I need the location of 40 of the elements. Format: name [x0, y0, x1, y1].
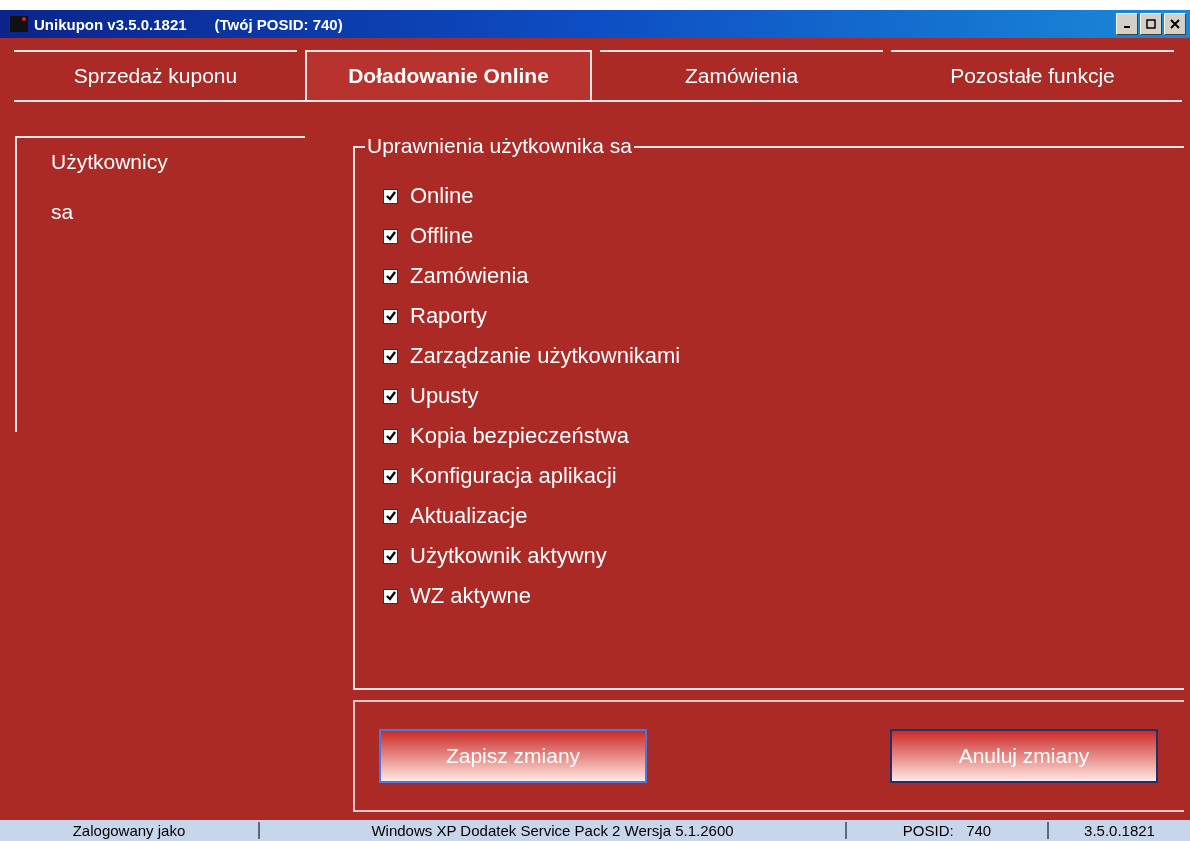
- checkbox[interactable]: [383, 548, 398, 564]
- checkbox[interactable]: [383, 508, 398, 524]
- app-logo-icon: [10, 16, 28, 32]
- checkbox[interactable]: [383, 588, 398, 604]
- checkbox-label: Zarządzanie użytkownikami: [410, 343, 681, 369]
- checkbox-label: Kopia bezpieczeństwa: [410, 423, 629, 449]
- checkbox[interactable]: [383, 348, 398, 364]
- checkbox-label: Użytkownik aktywny: [410, 543, 607, 569]
- minimize-button[interactable]: [1116, 13, 1138, 35]
- user-list-item[interactable]: sa: [51, 200, 74, 224]
- tab[interactable]: Doładowanie Online: [305, 50, 592, 100]
- checkbox[interactable]: [383, 268, 398, 284]
- tab[interactable]: Pozostałe funkcje: [891, 50, 1174, 100]
- status-text: Windows XP Dodatek Service Pack 2 Wersja 5.1.2600: [260, 822, 847, 839]
- status-text: Zalogowany jako: [0, 822, 260, 839]
- status-text: 3.5.0.1821: [1083, 822, 1156, 839]
- checkbox[interactable]: [383, 228, 398, 244]
- tab[interactable]: Zamówienia: [600, 50, 883, 100]
- checkbox[interactable]: [383, 388, 398, 404]
- close-button[interactable]: [1164, 13, 1186, 35]
- checkbox-label: Zamówienia: [410, 263, 529, 289]
- checkbox-label: Aktualizacje: [410, 503, 528, 529]
- close-icon: [1170, 19, 1180, 29]
- checkbox[interactable]: [383, 428, 398, 444]
- status-text: POSID: 740: [847, 822, 1049, 839]
- window-title: Unikupon v3.5.0.1821: [34, 15, 187, 33]
- checkbox-label: Online: [410, 183, 474, 209]
- maximize-icon: [1146, 19, 1156, 29]
- checkbox-label: Raporty: [410, 303, 488, 329]
- tab[interactable]: Sprzedaż kuponu: [14, 50, 297, 100]
- checkbox-label: Upusty: [410, 383, 479, 409]
- checkbox[interactable]: [383, 188, 398, 204]
- posid-title: (Twój POSID: 740): [214, 15, 343, 33]
- checkbox-label: Konfiguracja aplikacji: [410, 463, 617, 489]
- checkbox[interactable]: [383, 468, 398, 484]
- checkbox[interactable]: [383, 308, 398, 324]
- checkbox-label: Offline: [410, 223, 474, 249]
- maximize-button[interactable]: [1140, 13, 1162, 35]
- users-heading: Użytkownicy: [51, 150, 168, 174]
- checkbox-label: WZ aktywne: [410, 583, 532, 609]
